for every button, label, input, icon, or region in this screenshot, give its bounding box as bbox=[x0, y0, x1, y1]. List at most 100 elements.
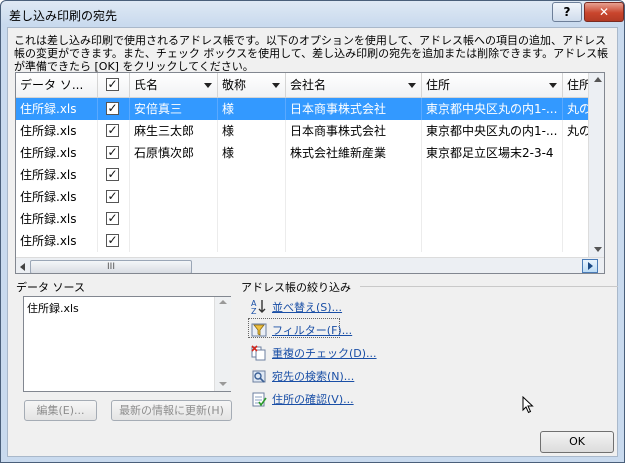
datasource-item[interactable]: 住所録.xls bbox=[27, 300, 79, 316]
table-cell-name: 石原慎次郎 bbox=[130, 142, 218, 164]
scroll-up-icon[interactable] bbox=[219, 300, 227, 304]
dialog-client-area: これは差し込み印刷で使用されるアドレス帳です。以下のオプションを使用して、アドレ… bbox=[7, 27, 618, 457]
table-row[interactable]: 住所録.xls ✓ 安倍真三様日本商事株式会社 東京都中央区丸の内1-... 丸の内 bbox=[16, 98, 603, 120]
column-header-address-label: 住所 bbox=[426, 78, 451, 92]
row-checkbox[interactable]: ✓ bbox=[106, 102, 119, 115]
chevron-down-icon[interactable] bbox=[408, 83, 416, 88]
close-button[interactable]: ✕ bbox=[584, 2, 624, 22]
scroll-right-icon bbox=[588, 262, 593, 270]
table-cell-title: 様 bbox=[218, 142, 286, 164]
table-cell-address: 東京都足立区場末2-3-4 bbox=[422, 142, 563, 164]
row-checkbox-cell: ✓ bbox=[98, 164, 130, 186]
table-cell-name: 安倍真三 bbox=[130, 98, 218, 120]
table-cell-title: 様 bbox=[218, 120, 286, 142]
row-checkbox-cell: ✓ bbox=[98, 142, 130, 164]
chevron-down-icon[interactable] bbox=[272, 83, 280, 88]
row-checkbox-cell: ✓ bbox=[98, 120, 130, 142]
scroll-up-icon[interactable] bbox=[594, 77, 602, 82]
datasource-list[interactable]: 住所録.xls bbox=[23, 296, 231, 392]
chevron-down-icon[interactable] bbox=[549, 83, 557, 88]
description-text: これは差し込み印刷で使用されるアドレス帳です。以下のオプションを使用して、アドレ… bbox=[14, 34, 609, 73]
scroll-left-icon[interactable] bbox=[20, 263, 25, 271]
column-header-company-label: 会社名 bbox=[290, 78, 327, 92]
column-header-title-label: 敬称 bbox=[222, 78, 247, 92]
table-cell-source: 住所録.xls bbox=[16, 230, 98, 252]
table-cell-name bbox=[130, 164, 218, 186]
sort-icon: A Z bbox=[251, 299, 266, 314]
row-checkbox[interactable]: ✓ bbox=[106, 146, 119, 159]
datasource-scrollbar[interactable] bbox=[214, 297, 231, 391]
horizontal-scroll-thumb[interactable]: III bbox=[30, 260, 192, 273]
column-header-datasource[interactable]: データ ソ... bbox=[16, 73, 98, 97]
table-cell-company bbox=[286, 164, 422, 186]
table-cell-address: 東京都中央区丸の内1-... bbox=[422, 120, 563, 142]
ok-button[interactable]: OK bbox=[540, 431, 614, 453]
table-cell-name: 麻生三太郎 bbox=[130, 120, 218, 142]
row-checkbox[interactable]: ✓ bbox=[106, 212, 119, 225]
table-row[interactable]: 住所録.xls ✓ bbox=[16, 186, 603, 208]
grid-header: データ ソ... ✓ 氏名 敬称 会社名 住所 住所2 bbox=[16, 73, 603, 98]
chevron-down-icon[interactable] bbox=[204, 83, 212, 88]
table-cell-company: 日本商事株式会社 bbox=[286, 98, 422, 120]
row-checkbox[interactable]: ✓ bbox=[106, 234, 119, 247]
table-cell-address bbox=[422, 230, 563, 252]
row-checkbox[interactable]: ✓ bbox=[106, 124, 119, 137]
column-header-address[interactable]: 住所 bbox=[422, 73, 563, 97]
table-cell-address: 東京都中央区丸の内1-... bbox=[422, 98, 563, 120]
datasource-label: データ ソース bbox=[16, 281, 85, 294]
table-cell-name bbox=[130, 230, 218, 252]
table-row[interactable]: 住所録.xls ✓ bbox=[16, 230, 603, 252]
dialog-window: 差し込み印刷の宛先 ? ✕ これは差し込み印刷で使用されるアドレス帳です。以下の… bbox=[0, 0, 625, 463]
table-cell-title bbox=[218, 230, 286, 252]
table-row[interactable]: 住所録.xls ✓ bbox=[16, 208, 603, 230]
edit-button[interactable]: 編集(E)... bbox=[24, 400, 97, 421]
row-checkbox-cell: ✓ bbox=[98, 186, 130, 208]
row-checkbox-cell: ✓ bbox=[98, 230, 130, 252]
check-duplicates-link[interactable]: 重複のチェック(D)... bbox=[272, 345, 377, 361]
window-title: 差し込み印刷の宛先 bbox=[9, 9, 118, 23]
table-cell-source: 住所録.xls bbox=[16, 186, 98, 208]
column-header-datasource-label: データ ソ... bbox=[20, 78, 84, 92]
table-cell-title: 様 bbox=[218, 98, 286, 120]
table-cell-title bbox=[218, 186, 286, 208]
table-row[interactable]: 住所録.xls ✓ 石原慎次郎様株式会社維新産業 東京都足立区場末2-3-4 bbox=[16, 142, 603, 164]
table-cell-name bbox=[130, 186, 218, 208]
header-checkbox[interactable]: ✓ bbox=[106, 78, 119, 91]
refresh-button[interactable]: 最新の情報に更新(H) bbox=[111, 400, 232, 421]
table-row[interactable]: 住所録.xls ✓ bbox=[16, 164, 603, 186]
sort-link[interactable]: 並べ替え(S)... bbox=[272, 299, 342, 315]
table-cell-source: 住所録.xls bbox=[16, 120, 98, 142]
table-cell-company bbox=[286, 208, 422, 230]
recipient-grid[interactable]: データ ソ... ✓ 氏名 敬称 会社名 住所 住所2 住所録.xls ✓ 安倍真三… bbox=[15, 72, 605, 274]
find-recipient-link[interactable]: 宛先の検索(N)... bbox=[272, 368, 354, 384]
scroll-down-icon[interactable] bbox=[219, 382, 227, 386]
mouse-pointer-icon bbox=[522, 396, 534, 414]
table-cell-address bbox=[422, 186, 563, 208]
table-cell-title bbox=[218, 164, 286, 186]
scroll-right-button[interactable] bbox=[582, 259, 598, 273]
table-cell-company: 日本商事株式会社 bbox=[286, 120, 422, 142]
help-button[interactable]: ? bbox=[552, 2, 582, 22]
column-header-title[interactable]: 敬称 bbox=[218, 73, 286, 97]
scroll-down-icon[interactable] bbox=[594, 247, 602, 252]
validate-address-link[interactable]: 住所の確認(V)... bbox=[272, 391, 354, 407]
filter-icon bbox=[251, 323, 267, 337]
row-checkbox[interactable]: ✓ bbox=[106, 190, 119, 203]
table-cell-address bbox=[422, 208, 563, 230]
table-row[interactable]: 住所録.xls ✓ 麻生三太郎様日本商事株式会社 東京都中央区丸の内1-... 丸の内 bbox=[16, 120, 603, 142]
vertical-scrollbar[interactable] bbox=[588, 73, 604, 257]
table-cell-address bbox=[422, 164, 563, 186]
filter-link[interactable]: フィルター(F)... bbox=[272, 322, 352, 338]
row-checkbox-cell: ✓ bbox=[98, 208, 130, 230]
row-checkbox-cell: ✓ bbox=[98, 98, 130, 120]
column-header-company[interactable]: 会社名 bbox=[286, 73, 422, 97]
table-cell-source: 住所録.xls bbox=[16, 142, 98, 164]
table-cell-name bbox=[130, 208, 218, 230]
column-header-name[interactable]: 氏名 bbox=[130, 73, 218, 97]
row-checkbox[interactable]: ✓ bbox=[106, 168, 119, 181]
horizontal-scrollbar[interactable]: III bbox=[16, 257, 604, 273]
column-header-checkbox[interactable]: ✓ bbox=[98, 73, 130, 97]
title-bar: 差し込み印刷の宛先 ? ✕ bbox=[1, 1, 624, 27]
find-recipient-icon bbox=[252, 370, 266, 383]
table-cell-source: 住所録.xls bbox=[16, 208, 98, 230]
